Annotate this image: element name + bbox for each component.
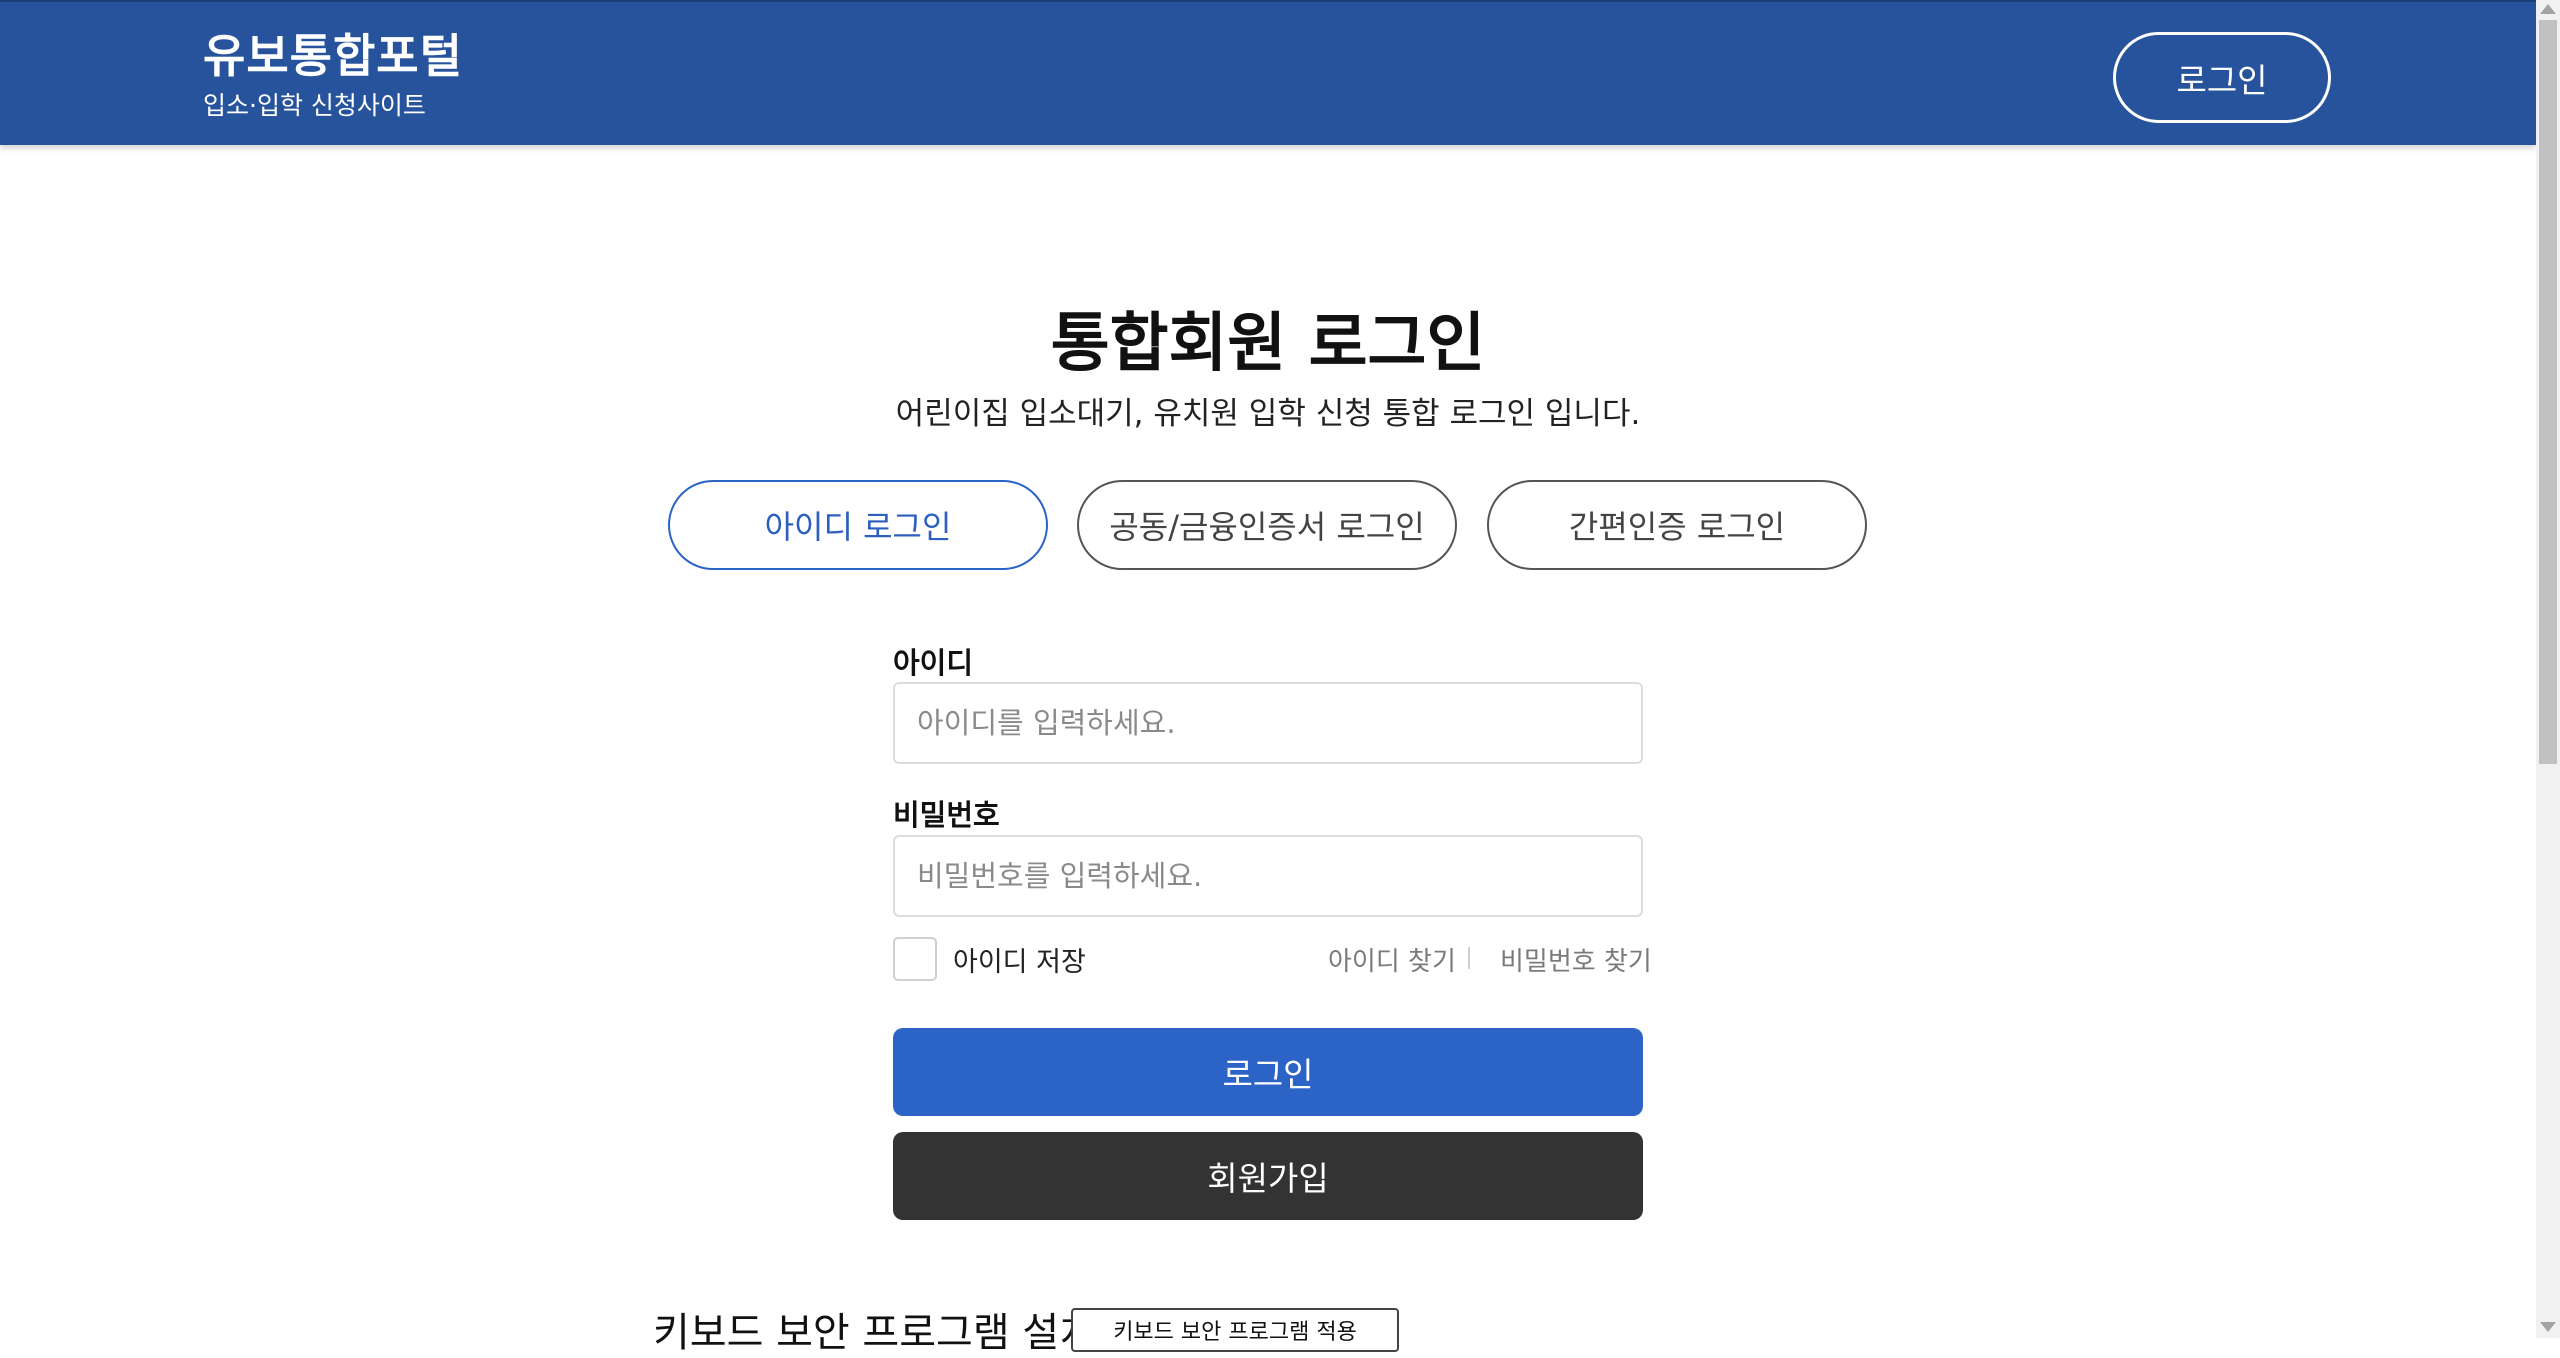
scrollbar-thumb[interactable] [2539, 20, 2557, 764]
save-id-label[interactable]: 아이디 저장 [953, 940, 1086, 979]
login-button[interactable]: 로그인 [893, 1028, 1643, 1116]
page-title: 통합회원 로그인 [1050, 307, 1486, 381]
id-label: 아이디 [893, 646, 974, 680]
keyboard-security-button[interactable]: 키보드 보안 프로그램 적용 [1071, 1308, 1399, 1352]
find-password-link[interactable]: 비밀번호 찾기 [1500, 941, 1652, 978]
site-subtitle: 입소·입학 신청사이트 [203, 91, 426, 120]
password-label: 비밀번호 [893, 798, 1000, 832]
save-id-checkbox[interactable] [893, 937, 937, 981]
tab-simple-auth-login[interactable]: 간편인증 로그인 [1487, 480, 1867, 570]
scroll-up-arrow-icon[interactable] [2540, 4, 2556, 14]
site-title[interactable]: 유보통합포털 [203, 20, 463, 86]
site-header: 유보통합포털 입소·입학 신청사이트 로그인 [0, 0, 2536, 145]
scroll-down-arrow-icon[interactable] [2540, 1322, 2556, 1332]
password-input[interactable] [893, 835, 1643, 917]
keyboard-security-title: 키보드 보안 프로그램 설치 [653, 1310, 1096, 1356]
id-input[interactable] [893, 682, 1643, 764]
find-id-link[interactable]: 아이디 찾기 [1328, 941, 1456, 978]
signup-button[interactable]: 회원가입 [893, 1132, 1643, 1220]
link-divider [1468, 947, 1470, 969]
tab-certificate-login[interactable]: 공동/금융인증서 로그인 [1077, 480, 1457, 570]
header-login-button[interactable]: 로그인 [2113, 32, 2331, 123]
page-description: 어린이집 입소대기, 유치원 입학 신청 통합 로그인 입니다. [895, 396, 1641, 432]
tab-id-login[interactable]: 아이디 로그인 [668, 480, 1048, 570]
